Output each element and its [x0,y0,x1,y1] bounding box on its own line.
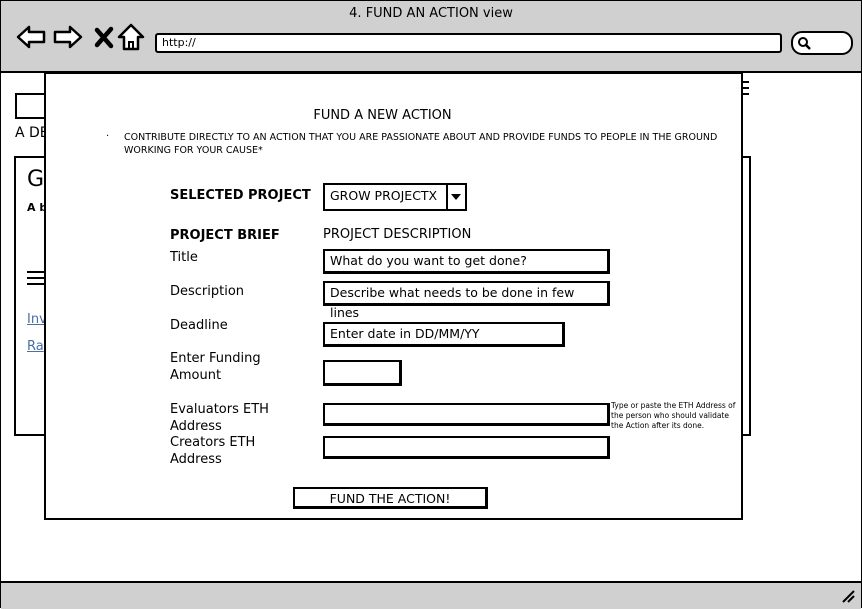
project-description-label: PROJECT DESCRIPTION [323,227,472,242]
evaluators-eth-field[interactable] [323,403,610,426]
project-select[interactable]: GROW PROJECTX [323,183,467,211]
title-field[interactable]: What do you want to get done? [323,249,610,274]
search-icon [798,37,811,50]
dropdown-arrow-icon[interactable] [446,185,465,209]
resize-handle-icon[interactable] [839,587,855,603]
browser-search-field[interactable] [791,31,853,55]
background-panel-title: G [27,167,45,192]
address-bar[interactable]: http:// [155,33,782,53]
creators-eth-field[interactable] [323,436,610,459]
home-icon[interactable] [115,21,147,53]
background-link-2[interactable]: Ra [27,339,44,354]
list-icon [27,271,45,289]
description-label: Description [170,284,245,299]
intro-text: CONTRIBUTE DIRECTLY TO AN ACTION THAT YO… [124,132,718,156]
modal-title: FUND A NEW ACTION [313,108,452,123]
title-label: Title [170,250,198,265]
deadline-field[interactable]: Enter date in DD/MM/YY [323,322,565,347]
project-brief-label: PROJECT BRIEF [170,228,280,243]
evaluators-eth-label: Evaluators ETH Address [170,402,269,434]
fund-action-button[interactable]: FUND THE ACTION! [293,487,488,509]
deadline-label: Deadline [170,318,228,333]
project-select-value: GROW PROJECTX [330,188,438,203]
evaluators-eth-hint: Type or paste the ETH Address of the per… [611,401,736,430]
status-bar [1,581,861,609]
back-arrow-icon[interactable] [15,21,47,53]
fund-action-modal: FUND A NEW ACTION · CONTRIBUTE DIRECTLY … [44,72,743,520]
funding-amount-label: Enter Funding Amount [170,351,261,383]
description-field[interactable]: Describe what needs to be done in few li… [323,281,610,320]
window-title: 4. FUND AN ACTION view [349,6,513,21]
browser-window: 4. FUND AN ACTION view http:// A DE G A … [0,0,862,609]
creators-eth-label: Creators ETH Address [170,435,256,467]
intro-bullet: · [106,131,110,142]
selected-project-label: SELECTED PROJECT [170,188,311,203]
browser-toolbar: 4. FUND AN ACTION view http:// [1,1,861,73]
funding-amount-field[interactable] [323,360,402,386]
forward-arrow-icon[interactable] [52,21,84,53]
